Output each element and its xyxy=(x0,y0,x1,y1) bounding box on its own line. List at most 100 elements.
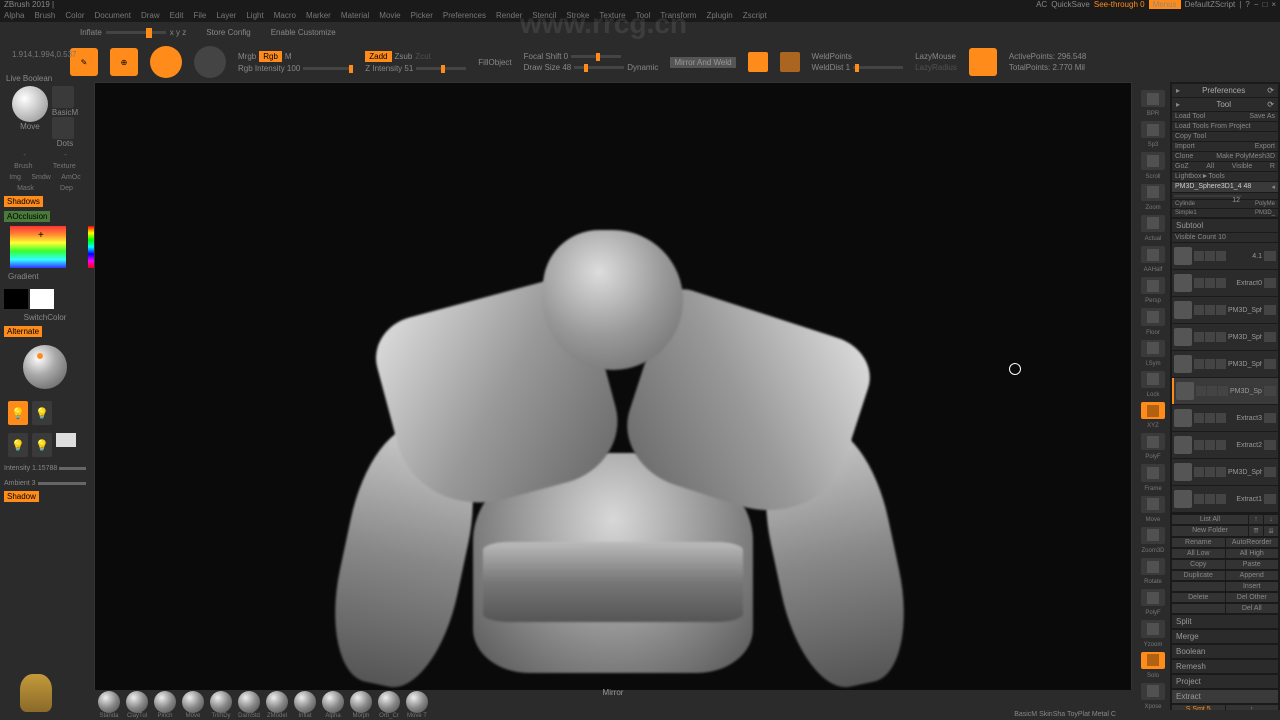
append-button[interactable]: Append xyxy=(1226,571,1279,580)
goz-visible-button[interactable]: Visible xyxy=(1232,163,1253,170)
canvas-viewport[interactable] xyxy=(94,82,1132,710)
all-low-button[interactable]: All Low xyxy=(1172,549,1225,558)
dynamesh-button[interactable] xyxy=(969,48,997,76)
switchcolor-button[interactable]: SwitchColor xyxy=(4,313,86,322)
sculptris-button[interactable] xyxy=(194,46,226,78)
eye-icon[interactable] xyxy=(1264,386,1276,396)
autoreorder-button[interactable]: AutoReorder xyxy=(1226,538,1279,547)
quicksave-button[interactable]: QuickSave xyxy=(1051,0,1090,9)
default-zscript[interactable]: DefaultZScript xyxy=(1185,0,1236,9)
visible-count[interactable]: Visible Count 10 xyxy=(1175,234,1226,241)
subtool-item[interactable]: PM3D_Sphere3D1_1 xyxy=(1172,324,1278,350)
light-4-toggle[interactable]: 💡 xyxy=(32,433,52,457)
tool-header[interactable]: ▸Tool⟳ xyxy=(1172,98,1278,111)
rename-button[interactable]: Rename xyxy=(1172,538,1225,547)
menu-draw[interactable]: Draw xyxy=(141,11,160,20)
subtool-item[interactable]: Extract1 xyxy=(1172,486,1278,512)
right-tool-polyf[interactable] xyxy=(1141,433,1165,450)
menu-macro[interactable]: Macro xyxy=(274,11,296,20)
eye-icon[interactable] xyxy=(1264,251,1276,261)
del-all-button[interactable]: Del All xyxy=(1226,604,1279,613)
material-ball-standa[interactable] xyxy=(98,691,120,713)
m-toggle[interactable]: M xyxy=(285,52,292,61)
merge-section[interactable]: Merge xyxy=(1172,630,1278,643)
zsub-toggle[interactable]: Zsub xyxy=(395,52,413,61)
right-tool-solo[interactable] xyxy=(1141,652,1165,669)
right-tool-lock[interactable] xyxy=(1141,371,1165,388)
split-section[interactable]: Split xyxy=(1172,615,1278,628)
gradient-label[interactable]: Gradient xyxy=(8,272,86,281)
material-ball-orb_cr[interactable] xyxy=(378,691,400,713)
remesh-section[interactable]: Remesh xyxy=(1172,660,1278,673)
store-config-button[interactable]: Store Config xyxy=(206,28,250,37)
img-button[interactable]: Img xyxy=(9,174,21,181)
save-as-button[interactable]: Save As xyxy=(1249,113,1275,120)
right-tool-persp[interactable] xyxy=(1141,277,1165,294)
clone-button[interactable]: Clone xyxy=(1175,153,1193,160)
live-boolean-toggle[interactable]: Live Boolean xyxy=(6,74,52,83)
right-tool-actual[interactable] xyxy=(1141,215,1165,232)
export-button[interactable]: Export xyxy=(1255,143,1275,150)
active-tool-name[interactable]: PM3D_Sphere3D1_4 48 xyxy=(1175,183,1251,191)
right-tool-sp3[interactable] xyxy=(1141,121,1165,138)
menu-color[interactable]: Color xyxy=(65,11,84,20)
load-project-button[interactable]: Load Tools From Project xyxy=(1175,123,1251,130)
zcut-toggle[interactable]: Zcut xyxy=(415,52,431,61)
subtool-item[interactable]: PM3D_Sphere3D1_4 xyxy=(1172,378,1278,404)
ambient-slider[interactable]: Ambient 3 xyxy=(4,480,36,487)
right-tool-yzoom[interactable] xyxy=(1141,620,1165,637)
mirror-weld-button[interactable]: Mirror And Weld xyxy=(670,57,735,68)
menu-file[interactable]: File xyxy=(193,11,206,20)
menus-button[interactable]: Menus xyxy=(1149,0,1181,9)
project-section[interactable]: Project xyxy=(1172,675,1278,688)
light-2-toggle[interactable]: 💡 xyxy=(32,401,52,425)
light-color-swatch[interactable] xyxy=(56,433,76,447)
material-ball-claytul[interactable] xyxy=(126,691,148,713)
menu-picker[interactable]: Picker xyxy=(411,11,433,20)
menu-document[interactable]: Document xyxy=(95,11,131,20)
eye-icon[interactable] xyxy=(1264,413,1276,423)
subtool-item[interactable]: Extract0 xyxy=(1172,270,1278,296)
maximize-icon[interactable]: □ xyxy=(1262,0,1267,9)
menu-marker[interactable]: Marker xyxy=(306,11,331,20)
eye-icon[interactable] xyxy=(1264,440,1276,450)
menu-alpha[interactable]: Alpha xyxy=(4,11,24,20)
material-ball-zmodel[interactable] xyxy=(266,691,288,713)
menu-zplugin[interactable]: Zplugin xyxy=(706,11,732,20)
right-tool-floor[interactable] xyxy=(1141,308,1165,325)
eye-icon[interactable] xyxy=(1264,305,1276,315)
paste-button[interactable]: Paste xyxy=(1226,560,1279,569)
dynamic-toggle[interactable]: Dynamic xyxy=(627,63,658,72)
preferences-header[interactable]: ▸Preferences⟳ xyxy=(1172,84,1278,97)
brush-tab[interactable]: Brush xyxy=(14,163,32,170)
light-3-toggle[interactable]: 💡 xyxy=(8,433,28,457)
material-ball-damstd[interactable] xyxy=(238,691,260,713)
primary-color-swatch[interactable] xyxy=(4,289,28,309)
subtool-item[interactable]: PM3D_Sphere3D1_3 xyxy=(1172,351,1278,377)
copy-st-button[interactable]: Copy xyxy=(1172,560,1225,569)
extract-section[interactable]: Extract xyxy=(1172,690,1278,703)
menu-render[interactable]: Render xyxy=(496,11,522,20)
mask-button[interactable]: Mask xyxy=(17,185,34,192)
shadows-toggle[interactable]: Shadows xyxy=(4,196,43,207)
eye-icon[interactable] xyxy=(1264,332,1276,342)
right-tool-frame[interactable] xyxy=(1141,464,1165,481)
material-ball-morph[interactable] xyxy=(350,691,372,713)
z-intensity-slider[interactable]: Z Intensity 51 xyxy=(365,64,413,73)
close-icon[interactable]: × xyxy=(1271,0,1276,9)
material-ball-alpha[interactable] xyxy=(322,691,344,713)
right-tool-scroll[interactable] xyxy=(1141,152,1165,169)
goz-button[interactable]: GoZ xyxy=(1175,163,1189,170)
right-tool-rotate[interactable] xyxy=(1141,558,1165,575)
rgb-intensity-slider[interactable]: Rgb Intensity 100 xyxy=(238,64,300,73)
focal-shift-slider[interactable]: Focal Shift 0 xyxy=(524,52,568,61)
boolean-section[interactable]: Boolean xyxy=(1172,645,1278,658)
draw-size-slider[interactable]: Draw Size 48 xyxy=(524,63,572,72)
right-tool-polyf[interactable] xyxy=(1141,589,1165,606)
eye-icon[interactable] xyxy=(1264,494,1276,504)
del-other-button[interactable]: Del Other xyxy=(1226,593,1279,602)
menu-zscript[interactable]: Zscript xyxy=(743,11,767,20)
new-folder-button[interactable]: New Folder xyxy=(1172,526,1248,536)
light-intensity-slider[interactable]: Intensity 1.15788 xyxy=(4,465,57,472)
color-picker[interactable]: + xyxy=(10,226,66,268)
